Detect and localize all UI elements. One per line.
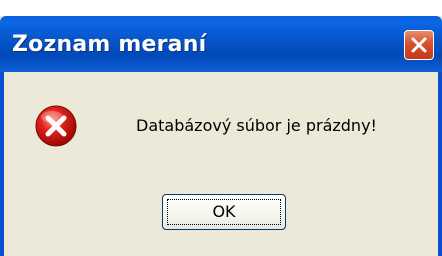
ok-button-label: OK bbox=[212, 202, 236, 221]
error-icon bbox=[35, 105, 77, 147]
dialog-title: Zoznam meraní bbox=[12, 32, 207, 57]
close-icon bbox=[411, 37, 427, 53]
background-strip bbox=[0, 0, 442, 16]
dialog-message: Databázový súbor je prázdny! bbox=[136, 116, 377, 135]
ok-button[interactable]: OK bbox=[162, 194, 286, 230]
message-dialog: Zoznam meraní Databázový súbor je prázdn… bbox=[0, 0, 442, 256]
window-border-right bbox=[438, 72, 442, 256]
window-border-left bbox=[0, 72, 4, 256]
close-button[interactable] bbox=[404, 30, 434, 60]
